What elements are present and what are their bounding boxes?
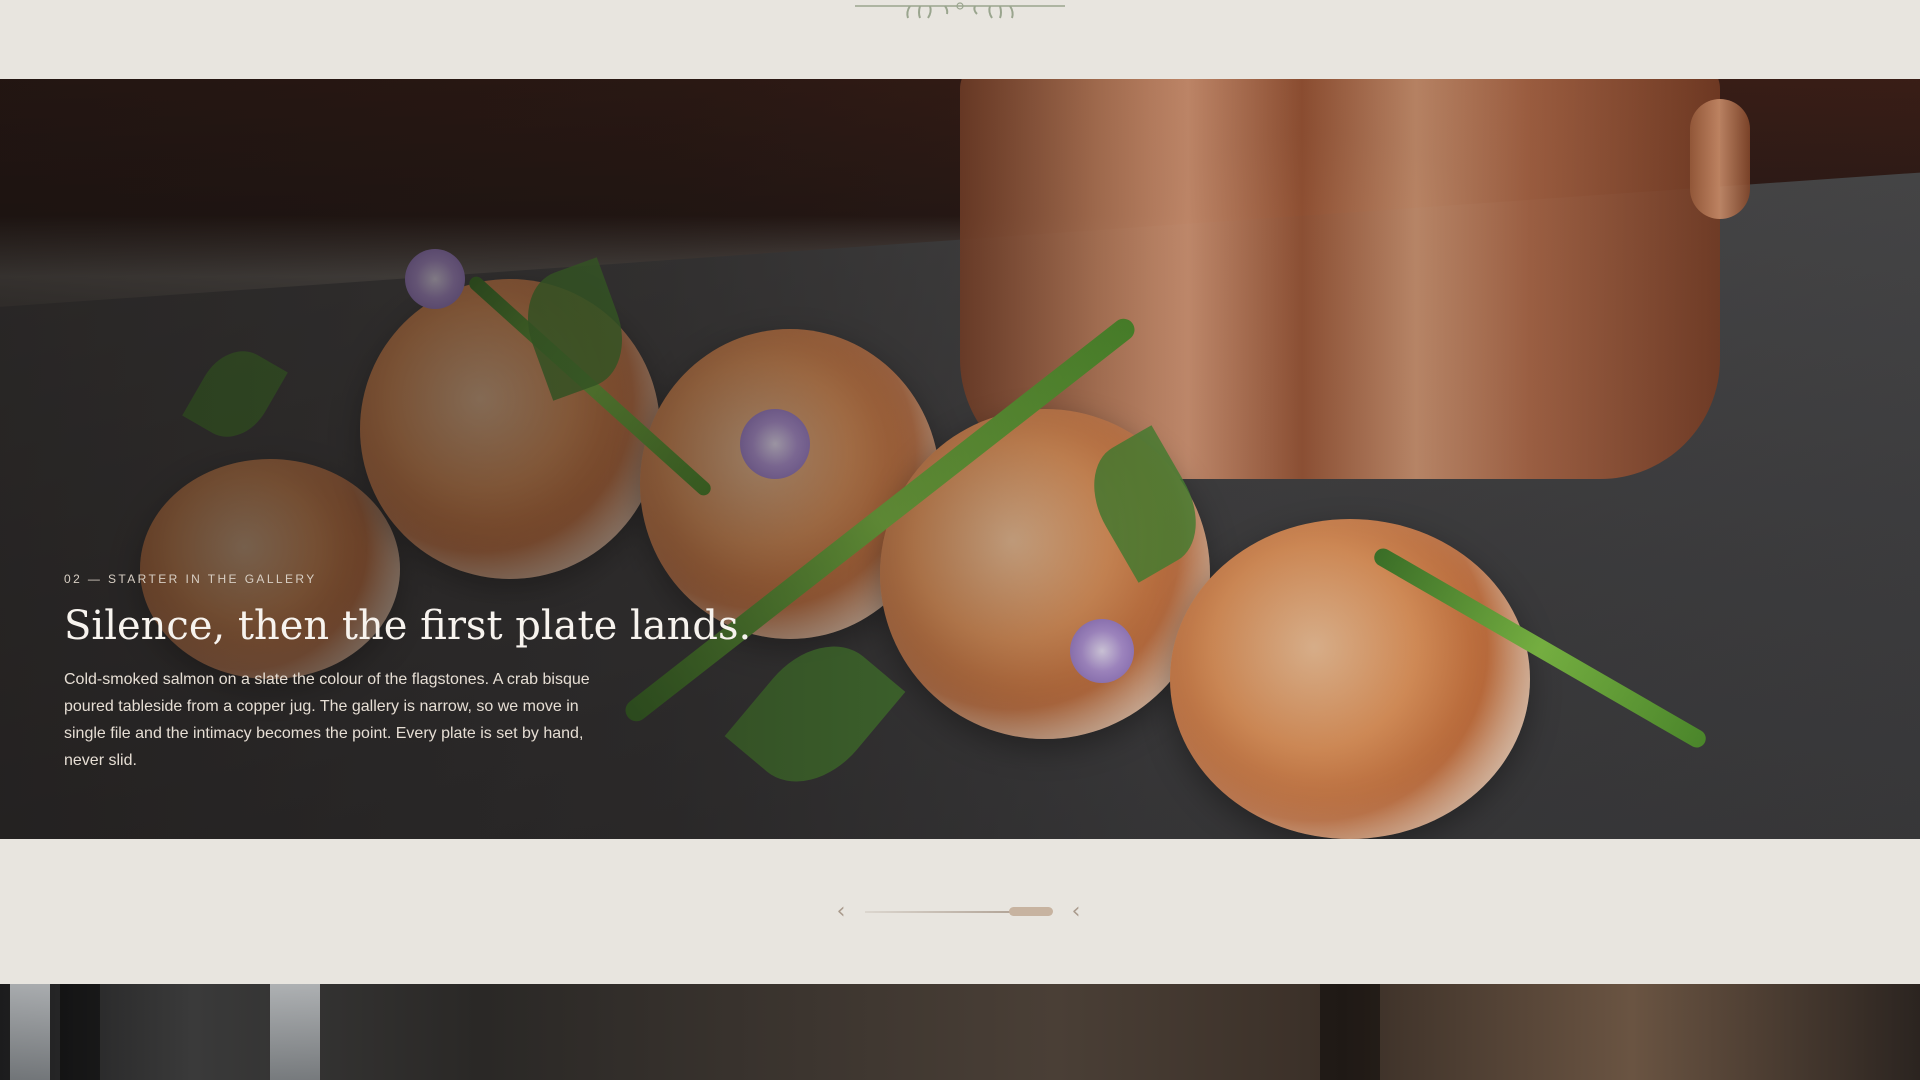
section-eyebrow: 02 — STARTER IN THE GALLERY — [64, 572, 317, 586]
chevron-left-icon[interactable]: ‹ — [1065, 897, 1087, 927]
timber-beam — [1320, 984, 1380, 1080]
carousel-thumb[interactable] — [1009, 907, 1053, 916]
hero-description: Cold-smoked salmon on a slate the colour… — [64, 671, 590, 769]
window-light — [10, 984, 50, 1080]
next-section-image — [0, 984, 1920, 1080]
chevron-left-icon[interactable]: ‹ — [830, 897, 852, 927]
page: 02 — STARTER IN THE GALLERY Silence, the… — [0, 0, 1920, 1080]
top-divider — [0, 0, 1920, 79]
carousel-control: ‹ ‹ — [830, 897, 1090, 927]
hero-section: 02 — STARTER IN THE GALLERY Silence, the… — [0, 79, 1920, 839]
timber-beam — [60, 984, 100, 1080]
window-light — [270, 984, 320, 1080]
hero-headline: Silence, then the first plate lands. — [64, 603, 752, 649]
vine-divider-icon — [855, 2, 1065, 19]
hero-caption: 02 — STARTER IN THE GALLERY Silence, the… — [64, 572, 752, 774]
